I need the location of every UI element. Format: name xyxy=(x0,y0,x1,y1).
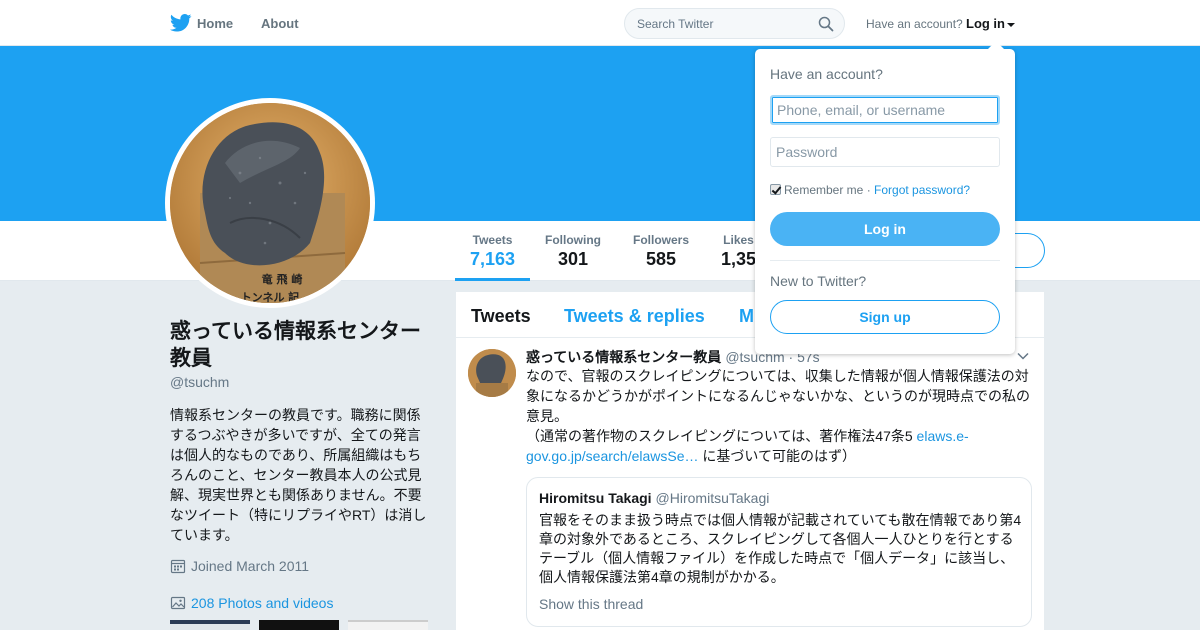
stat-value: 301 xyxy=(557,249,589,269)
username-field[interactable] xyxy=(770,95,1000,125)
stat-following[interactable]: Following 301 xyxy=(545,233,601,270)
tweet-text-paragraph: に基づいて可能のはず） xyxy=(698,448,856,464)
login-button[interactable]: Log in xyxy=(770,212,1000,246)
quoted-tweet[interactable]: Hiromitsu Takagi @HiromitsuTakagi 官報をそのまま… xyxy=(526,477,1032,627)
stat-label: Followers xyxy=(633,233,690,247)
photo-thumbnail[interactable] xyxy=(348,620,428,630)
image-icon xyxy=(170,596,186,610)
quoted-author-name: Hiromitsu Takagi xyxy=(539,490,652,506)
password-field[interactable] xyxy=(770,137,1000,167)
tab-tweets[interactable]: Tweets xyxy=(471,306,531,327)
calendar-icon xyxy=(170,559,186,574)
chevron-down-icon xyxy=(1007,22,1015,27)
joined-text: Joined March 2011 xyxy=(191,558,310,574)
profile-handle[interactable]: @tsuchm xyxy=(170,374,229,390)
login-dropdown-toggle[interactable]: Log in xyxy=(966,16,1015,31)
divider xyxy=(770,260,1000,261)
photo-thumbnail[interactable] xyxy=(170,620,250,630)
new-to-twitter-text: New to Twitter? xyxy=(770,273,867,289)
profile-bio: 情報系センターの教員です。職務に関係するつぶやきが多いですが、全ての発言は個人的… xyxy=(170,407,427,543)
stat-label: Following xyxy=(545,233,601,247)
tab-tweets-replies[interactable]: Tweets & replies xyxy=(564,306,705,327)
dropdown-title: Have an account? xyxy=(770,66,883,82)
stat-tweets[interactable]: Tweets 7,163 xyxy=(470,233,515,270)
show-thread-link[interactable]: Show this thread xyxy=(539,596,643,612)
have-account-text: Have an account? xyxy=(866,17,963,31)
top-navigation-bar: Home About Search Twitter Have an accoun… xyxy=(0,0,1200,46)
login-toggle-label: Log in xyxy=(966,16,1005,31)
profile-name[interactable]: 惑っている情報系センター教員 xyxy=(170,318,440,372)
signup-button[interactable]: Sign up xyxy=(770,300,1000,334)
stat-followers[interactable]: Followers 585 xyxy=(633,233,689,270)
twitter-bird-icon[interactable] xyxy=(170,14,192,32)
photos-videos-link[interactable]: 208 Photos and videos xyxy=(170,595,333,611)
avatar-caption-line1: 竜 飛 崎 xyxy=(262,272,303,286)
chevron-down-icon[interactable] xyxy=(1016,349,1030,363)
tweet-text-paragraph: （通常の著作物のスクレイピングについては、著作権法47条5 xyxy=(526,428,917,444)
stat-label: Likes xyxy=(723,233,754,247)
quoted-tweet-header: Hiromitsu Takagi @HiromitsuTakagi xyxy=(539,490,769,506)
dropdown-arrow xyxy=(988,41,1004,49)
profile-avatar[interactable]: 竜 飛 崎 トンネル 記 xyxy=(165,98,375,308)
rock-photo: 竜 飛 崎 トンネル 記 xyxy=(170,103,370,303)
stat-likes[interactable]: Likes 1,35 xyxy=(721,233,756,270)
avatar-caption-line2: トンネル 記 xyxy=(241,290,300,303)
remember-me-label[interactable]: Remember me xyxy=(784,183,863,197)
photo-thumbnail[interactable] xyxy=(259,620,339,630)
nav-about-link[interactable]: About xyxy=(261,16,299,31)
search-box[interactable]: Search Twitter xyxy=(624,8,845,39)
joined-date: Joined March 2011 xyxy=(170,558,309,574)
tab-media[interactable]: M xyxy=(739,306,754,327)
login-dropdown: Have an account? Remember me · Forgot pa… xyxy=(755,41,1015,354)
active-stat-underline xyxy=(455,278,530,281)
photos-videos-label: 208 Photos and videos xyxy=(191,595,334,611)
tweet-text: なので、官報のスクレイピングについては、収集した情報が個人情報保護法の対象になる… xyxy=(526,366,1034,466)
tweet-text-paragraph: なので、官報のスクレイピングについては、収集した情報が個人情報保護法の対象になる… xyxy=(526,368,1030,424)
remember-me-row: Remember me · Forgot password? xyxy=(770,183,970,197)
avatar-image: 竜 飛 崎 トンネル 記 xyxy=(170,103,370,303)
tweet-author-name[interactable]: 惑っている情報系センター教員 xyxy=(526,349,721,365)
separator-dot: · xyxy=(863,183,875,197)
stat-value: 7,163 xyxy=(470,249,516,269)
remember-me-checkbox[interactable] xyxy=(770,184,781,195)
quoted-author-handle: @HiromitsuTakagi xyxy=(655,490,770,506)
search-placeholder[interactable]: Search Twitter xyxy=(637,17,713,31)
search-icon[interactable] xyxy=(818,16,834,32)
rock-thumbnail xyxy=(468,349,516,397)
forgot-password-link[interactable]: Forgot password? xyxy=(874,183,970,197)
quoted-tweet-text: 官報をそのまま扱う時点では個人情報が記載されていても散在情報であり第4章の対象外… xyxy=(539,512,1022,585)
nav-home-link[interactable]: Home xyxy=(197,16,233,31)
stat-label: Tweets xyxy=(472,233,513,247)
stat-value: 585 xyxy=(645,249,677,269)
tweet-avatar[interactable] xyxy=(468,349,516,397)
stat-value: 1,35 xyxy=(721,249,757,269)
